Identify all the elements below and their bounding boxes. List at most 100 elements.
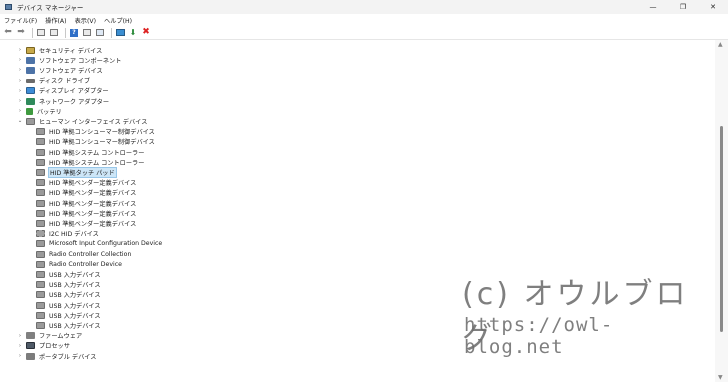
tree-item-label: HID 準拠コンシューマー制御デバイス [49, 129, 155, 137]
chevron-right-icon[interactable]: › [17, 67, 23, 73]
uninstall-device-icon[interactable]: ✖ [141, 28, 151, 38]
tree-device-item[interactable]: HID 準拠ベンダー定義デバイス [33, 208, 137, 218]
tree-item-label: Radio Controller Collection [49, 250, 132, 258]
chevron-right-icon[interactable]: › [17, 98, 23, 104]
chevron-right-icon[interactable]: › [17, 57, 23, 63]
tree-category[interactable]: ⌄ ヒューマン インターフェイス デバイス [17, 116, 148, 126]
software-device-icon [26, 66, 35, 74]
chevron-right-icon[interactable]: › [17, 343, 23, 349]
tree-device-item[interactable]: HID 準拠コンシューマー制御デバイス [33, 137, 156, 147]
usb-input-icon [36, 301, 45, 309]
chevron-right-icon[interactable]: › [17, 78, 23, 84]
security-device-icon [26, 46, 35, 54]
display-adapter-icon [26, 87, 35, 95]
usb-input-icon [36, 291, 45, 299]
chevron-right-icon[interactable]: › [17, 108, 23, 114]
toolbar: ⬅ ➡ ? ⬇ ✖ [0, 26, 728, 40]
tree-device-item[interactable]: HID 準拠システム コントローラー [33, 157, 145, 167]
chevron-right-icon[interactable]: › [17, 353, 23, 359]
tree-device-item[interactable]: HID 準拠システム コントローラー [33, 147, 145, 157]
scroll-up-icon[interactable]: ▲ [718, 41, 723, 48]
scrollbar-thumb[interactable] [720, 126, 723, 332]
hid-device-icon [36, 158, 45, 166]
tree-device-item[interactable]: USB 入力デバイス [33, 269, 102, 279]
hid-device-icon [36, 179, 45, 187]
firmware-icon [26, 332, 35, 340]
tree-device-item[interactable]: I2C HID デバイス [33, 229, 100, 239]
forward-icon[interactable]: ➡ [16, 28, 26, 38]
menu-file[interactable]: ファイル(F) [4, 16, 37, 25]
tree-item-label: ソフトウェア デバイス [39, 67, 103, 75]
tree-item-label: Microsoft Input Configuration Device [49, 240, 163, 248]
portable-device-icon [26, 352, 35, 360]
tree-item-label: HID 準拠ベンダー定義デバイス [49, 220, 137, 228]
tree-device-item[interactable]: Microsoft Input Configuration Device [33, 239, 163, 249]
tree-device-item[interactable]: USB 入力デバイス [33, 290, 102, 300]
tree-item-label: セキュリティ デバイス [39, 47, 103, 55]
tree-category[interactable]: › ディスク ドライブ [17, 76, 91, 86]
tree-category[interactable]: › ソフトウェア デバイス [17, 65, 104, 75]
i2c-device-icon [36, 230, 45, 238]
tree-device-item[interactable]: Radio Controller Collection [33, 249, 132, 259]
scan-hardware-icon[interactable] [95, 28, 105, 38]
tree-category[interactable]: › ソフトウェア コンポーネント [17, 55, 122, 65]
menu-help[interactable]: ヘルプ(H) [104, 16, 132, 25]
tree-device-item[interactable]: USB 入力デバイス [33, 320, 102, 330]
maximize-button[interactable]: ❐ [668, 0, 698, 14]
hid-device-icon [36, 138, 45, 146]
usb-input-icon [36, 311, 45, 319]
show-hide-console-tree-icon[interactable] [36, 28, 46, 38]
tree-device-item[interactable]: HID 準拠ベンダー定義デバイス [33, 188, 137, 198]
tree-item-label: ネットワーク アダプター [39, 98, 110, 106]
menu-action[interactable]: 操作(A) [45, 16, 66, 25]
processor-icon [26, 342, 35, 350]
tree-category[interactable]: › プロセッサ [17, 341, 71, 351]
tree-item-label: ディスプレイ アダプター [39, 88, 109, 96]
chevron-right-icon[interactable]: › [17, 47, 23, 53]
tree-device-item[interactable]: HID 準拠ベンダー定義デバイス [33, 178, 137, 188]
help-icon[interactable]: ? [69, 28, 79, 38]
window-controls: — ❐ ✕ [638, 0, 728, 14]
view-icon[interactable] [82, 28, 92, 38]
tree-item-label: HID 準拠システム コントローラー [49, 159, 145, 167]
tree-item-label: ヒューマン インターフェイス デバイス [39, 118, 148, 126]
tree-device-item[interactable]: HID 準拠タッチ パッド [33, 166, 117, 178]
back-icon[interactable]: ⬅ [3, 28, 13, 38]
tree-item-label: USB 入力デバイス [49, 271, 101, 279]
scroll-down-icon[interactable]: ▼ [718, 374, 723, 381]
tree-device-item[interactable]: HID 準拠コンシューマー制御デバイス [33, 127, 156, 137]
chevron-down-icon[interactable]: ⌄ [17, 118, 23, 124]
tree-item-label: プロセッサ [39, 343, 70, 351]
close-button[interactable]: ✕ [698, 0, 728, 14]
tree-item-label: ファームウェア [39, 333, 83, 341]
properties-icon[interactable] [49, 28, 59, 38]
tree-category[interactable]: › セキュリティ デバイス [17, 45, 103, 55]
network-adapter-icon [26, 97, 35, 105]
tree-device-item[interactable]: HID 準拠ベンダー定義デバイス [33, 218, 137, 228]
chevron-right-icon[interactable]: › [17, 88, 23, 94]
tree-device-item[interactable]: USB 入力デバイス [33, 310, 102, 320]
hid-device-icon [36, 240, 45, 248]
tree-category[interactable]: › ポータブル デバイス [17, 351, 97, 361]
tree-item-label: HID 準拠ベンダー定義デバイス [49, 200, 137, 208]
monitor-icon[interactable] [115, 28, 125, 38]
tree-category[interactable]: › ディスプレイ アダプター [17, 86, 110, 96]
watermark-url: https://owl-blog.net [464, 314, 614, 358]
watermark: (c) オウルブログ https://owl-blog.net [462, 269, 712, 369]
hid-device-icon [36, 168, 45, 176]
minimize-button[interactable]: — [638, 0, 668, 14]
tree-category[interactable]: › ネットワーク アダプター [17, 96, 110, 106]
tree-item-label: USB 入力デバイス [49, 302, 101, 310]
tree-device-item[interactable]: Radio Controller Device [33, 259, 123, 269]
tree-category[interactable]: › バッテリ [17, 106, 63, 116]
tree-device-item[interactable]: HID 準拠ベンダー定義デバイス [33, 198, 137, 208]
menu-view[interactable]: 表示(V) [75, 16, 96, 25]
tree-device-item[interactable]: USB 入力デバイス [33, 280, 102, 290]
tree-device-item[interactable]: USB 入力デバイス [33, 300, 102, 310]
tree-item-label: USB 入力デバイス [49, 292, 101, 300]
tree-item-label: HID 準拠タッチ パッド [48, 166, 117, 178]
chevron-right-icon[interactable]: › [17, 333, 23, 339]
vertical-scrollbar[interactable]: ▲ ▼ [715, 40, 728, 382]
enable-device-icon[interactable]: ⬇ [128, 28, 138, 38]
tree-category[interactable]: › ファームウェア [17, 331, 83, 341]
